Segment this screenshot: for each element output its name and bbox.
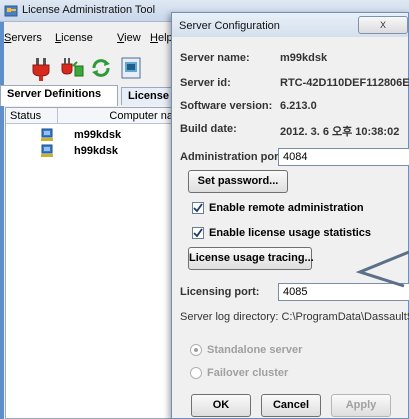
- computer-name: h99kdsk: [74, 145, 119, 157]
- plug-connect-icon[interactable]: [28, 54, 54, 82]
- ok-button[interactable]: OK: [191, 394, 251, 417]
- standalone-server-label: Standalone server: [207, 344, 303, 356]
- tab-server-definitions[interactable]: Server Definitions: [0, 85, 118, 106]
- computer-icon: [41, 128, 53, 141]
- checkbox-box[interactable]: [192, 202, 204, 214]
- administration-port-input[interactable]: 4084: [278, 148, 409, 166]
- properties-icon[interactable]: [118, 54, 144, 82]
- server-configuration-dialog: Server Configuration X Server name: m99k…: [171, 12, 409, 419]
- build-date-label: Build date:: [180, 123, 237, 135]
- check-icon: [193, 203, 203, 213]
- software-version-value: 6.213.0: [280, 100, 317, 112]
- checkbox-box[interactable]: [192, 227, 204, 239]
- menu-view[interactable]: View: [117, 32, 141, 44]
- main-window-title: License Administration Tool: [22, 4, 156, 16]
- server-name-label: Server name:: [180, 52, 250, 64]
- licensing-port-input[interactable]: 4085: [278, 283, 409, 301]
- close-button[interactable]: X: [358, 16, 408, 34]
- plug-disconnect-icon[interactable]: [59, 54, 85, 82]
- dialog-title-bar[interactable]: Server Configuration X: [172, 13, 408, 37]
- server-log-directory: Server log directory: C:\ProgramData\Das…: [180, 311, 409, 323]
- licensing-port-label: Licensing port:: [180, 286, 260, 298]
- close-icon: X: [379, 20, 386, 30]
- column-header-computer-name[interactable]: Computer na: [58, 108, 178, 124]
- check-icon: [193, 228, 203, 238]
- failover-cluster-label: Failover cluster: [207, 367, 289, 379]
- radio-button: [190, 367, 202, 379]
- window-left-border: [0, 22, 4, 419]
- dialog-title: Server Configuration: [179, 20, 280, 32]
- menu-license[interactable]: License: [55, 32, 93, 44]
- apply-button: Apply: [331, 394, 391, 417]
- license-usage-tracing-button[interactable]: License usage tracing...: [188, 247, 314, 270]
- enable-usage-stats-label: Enable license usage statistics: [209, 227, 372, 239]
- toolbar: [18, 52, 188, 86]
- column-header-status[interactable]: Status: [6, 108, 58, 124]
- refresh-icon[interactable]: [88, 54, 114, 82]
- menu-servers[interactable]: Servers: [4, 32, 42, 44]
- build-date-value: 2012. 3. 6 오후 10:38:02: [280, 126, 400, 138]
- computer-name: m99kdsk: [74, 129, 122, 141]
- server-id-label: Server id:: [180, 77, 231, 89]
- radio-button-selected: [190, 344, 202, 356]
- dialog-body: Server name: m99kdsk Server id: RTC-42D1…: [176, 39, 409, 417]
- computer-icon: [41, 144, 53, 157]
- set-password-button[interactable]: Set password...: [188, 170, 288, 193]
- enable-remote-admin-label: Enable remote administration: [209, 202, 364, 214]
- software-version-label: Software version:: [180, 100, 273, 112]
- server-id-value: RTC-42D110DEF112806E: [280, 77, 409, 89]
- administration-port-label: Administration port:: [180, 151, 286, 163]
- server-name-value: m99kdsk: [280, 52, 328, 64]
- menu-help[interactable]: Help: [150, 32, 173, 44]
- cancel-button[interactable]: Cancel: [261, 394, 321, 417]
- app-key-icon: [4, 5, 18, 17]
